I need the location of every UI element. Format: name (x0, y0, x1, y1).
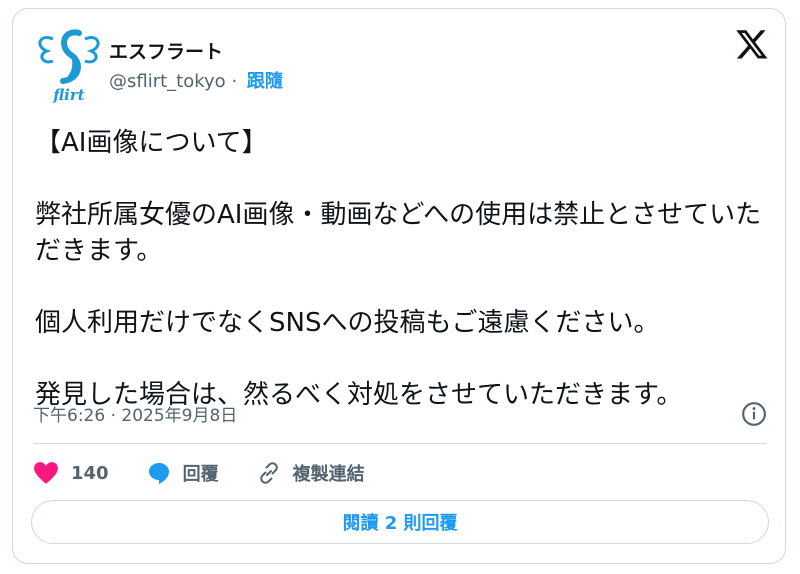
x-logo-icon[interactable] (735, 27, 769, 61)
tweet-text: 【AI画像について】 弊社所属女優のAI画像・動画などへの使用は禁止とさせていた… (35, 128, 762, 410)
copy-link-button[interactable]: 複製連結 (257, 460, 365, 486)
handle-separator: · (231, 71, 238, 92)
tweet-card: flirt エスフラート @sflirt_tokyo · 跟隨 【AI画像につい… (12, 8, 786, 564)
copy-link-label: 複製連結 (292, 464, 365, 485)
heart-icon (34, 462, 58, 484)
info-icon[interactable] (741, 401, 767, 427)
link-icon (259, 462, 278, 484)
handle[interactable]: @sflirt_tokyo (109, 71, 226, 92)
reply-label: 回覆 (182, 464, 219, 485)
reply-button[interactable]: 回覆 (147, 460, 219, 486)
like-count: 140 (71, 462, 109, 484)
logo-wordmark: flirt (52, 86, 85, 104)
handle-row: @sflirt_tokyo · 跟隨 (109, 67, 283, 93)
action-bar: 140 回覆 複製連結 (33, 459, 403, 487)
read-replies-button[interactable]: 閱讀 2 則回覆 (31, 500, 769, 544)
reply-bubble-icon (148, 463, 169, 484)
divider (33, 443, 767, 444)
display-name[interactable]: エスフラート (109, 37, 223, 64)
brand-logo[interactable]: flirt (33, 25, 105, 105)
follow-link[interactable]: 跟隨 (247, 71, 283, 92)
like-button[interactable]: 140 (33, 461, 109, 485)
tweet-timestamp[interactable]: 下午6:26 · 2025年9月8日 (33, 401, 237, 426)
